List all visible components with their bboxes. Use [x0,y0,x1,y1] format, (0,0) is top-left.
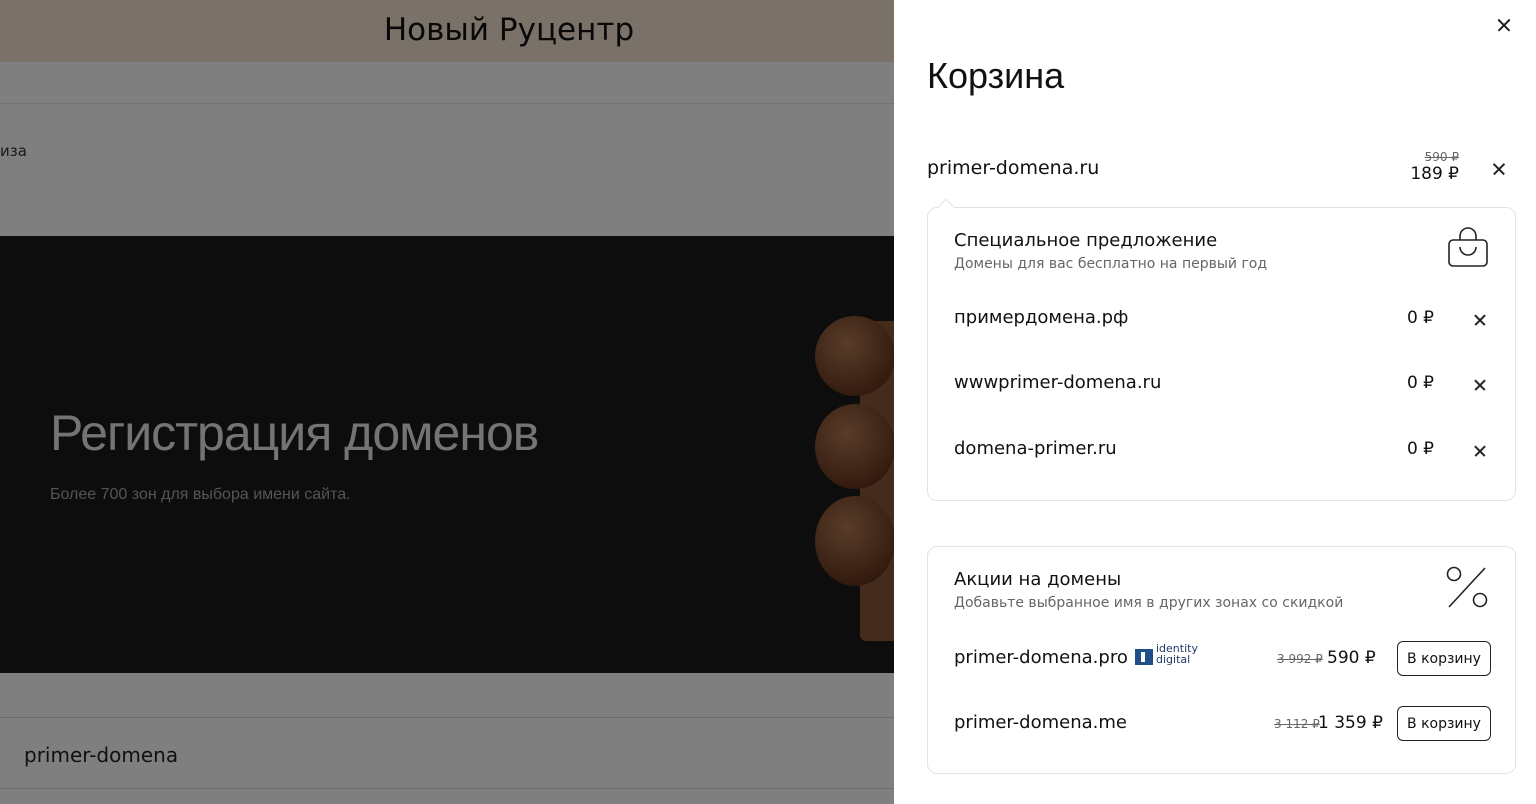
identity-digital-logo-text: identity digital [1156,643,1216,665]
special-offer-domain: wwwprimer-domena.ru [954,372,1162,393]
promo-item: primer-domena.pro identity digital 3 992… [954,641,1491,677]
promo-old-price: 3 992 ₽ [1277,652,1323,666]
special-offer-price: 0 ₽ [1406,308,1434,328]
special-offer-item: примердомена.рф 0 ₽ [954,305,1491,335]
card-pointer [937,198,955,216]
promo-price: 1 359 ₽ [1318,713,1383,733]
remove-offer-icon[interactable] [1473,378,1487,392]
remove-offer-icon[interactable] [1473,444,1487,458]
special-offer-card: Специальное предложение Домены для вас б… [927,198,1516,501]
cart-item-old-price: 590 ₽ [1424,150,1459,164]
close-drawer-icon[interactable] [1496,17,1512,33]
special-offer-title: Специальное предложение [954,230,1218,251]
cart-drawer: Корзина primer-domena.ru 590 ₽ 189 ₽ Спе… [894,0,1536,804]
promo-domain: primer-domena.me [954,712,1127,733]
special-offer-domain: domena-primer.ru [954,438,1117,459]
promo-old-price: 3 112 ₽ [1274,717,1320,731]
remove-item-icon[interactable] [1491,161,1506,176]
special-offer-subtitle: Домены для вас бесплатно на первый год [954,256,1268,272]
special-offer-item: wwwprimer-domena.ru 0 ₽ [954,370,1491,400]
add-to-cart-button[interactable]: В корзину [1397,706,1491,741]
special-offer-domain: примердомена.рф [954,307,1129,328]
add-to-cart-button[interactable]: В корзину [1397,641,1491,676]
remove-offer-icon[interactable] [1473,313,1487,327]
cart-item-domain: primer-domena.ru [927,157,1100,179]
logo-line-2: digital [1156,653,1191,666]
cart-item-price: 189 ₽ [1410,164,1459,184]
special-offer-price: 0 ₽ [1406,439,1434,459]
promo-price: 590 ₽ [1327,648,1376,668]
promo-item: primer-domena.me 3 112 ₽ 1 359 ₽ В корзи… [954,706,1491,742]
promo-domain: primer-domena.pro [954,647,1128,668]
percent-icon [1446,566,1488,608]
promotions-card: Акции на домены Добавьте выбранное имя в… [927,546,1516,774]
promotions-subtitle: Добавьте выбранное имя в других зонах со… [954,595,1344,611]
shopping-bag-icon [1448,227,1488,267]
identity-digital-logo: identity digital [1135,643,1205,669]
promotions-title: Акции на домены [954,569,1122,590]
special-offer-item: domena-primer.ru 0 ₽ [954,436,1491,466]
cart-title: Корзина [927,55,1065,96]
identity-digital-logo-mark [1135,649,1153,665]
special-offer-price: 0 ₽ [1406,373,1434,393]
